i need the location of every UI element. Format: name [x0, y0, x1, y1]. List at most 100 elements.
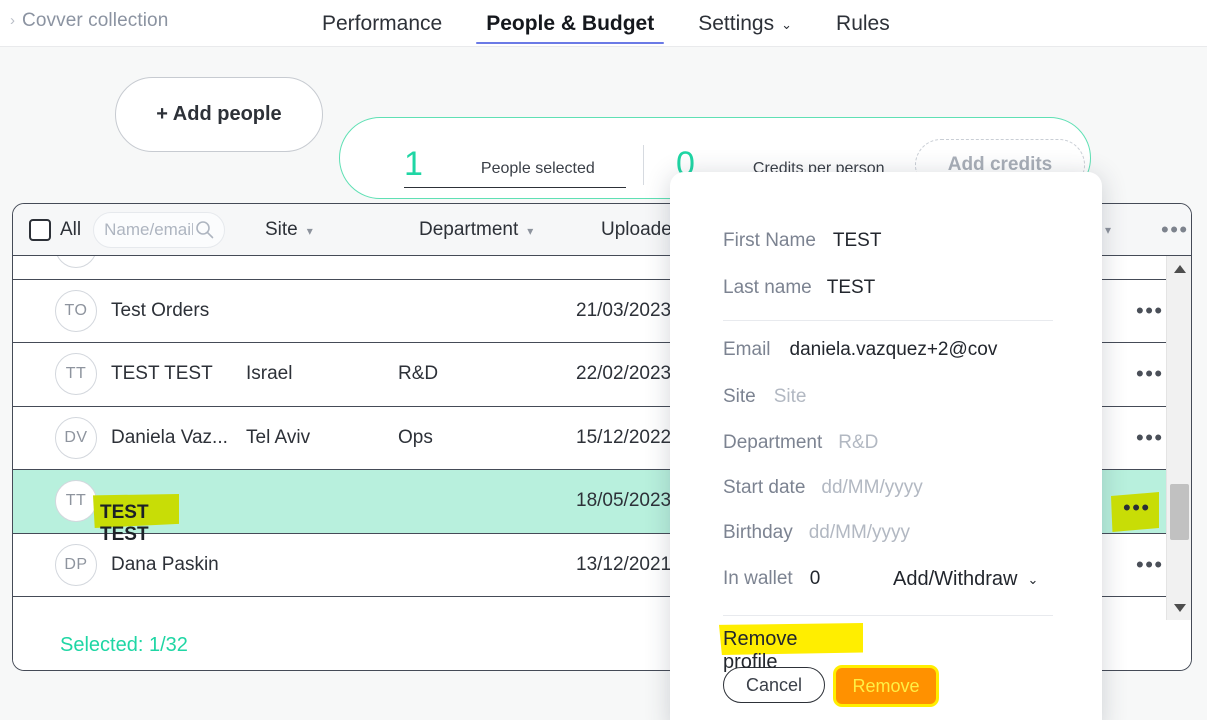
remove-label: Remove	[850, 675, 918, 695]
cell-name: Dana Paskin	[111, 553, 219, 575]
breadcrumb-label: Covver collection	[22, 10, 169, 31]
field-email[interactable]: Email daniela.vazquez+2@cov	[723, 339, 997, 361]
people-selected-field[interactable]: 1 People selected	[404, 147, 626, 188]
scrollbar-thumb[interactable]	[1170, 484, 1189, 540]
chevron-down-icon: ⌄	[781, 16, 793, 32]
wallet-action-label: Add/Withdraw	[893, 568, 1018, 590]
chevron-down-icon: ▾	[527, 223, 534, 238]
chevron-down-icon: ▾	[1105, 222, 1112, 237]
field-department[interactable]: Department R&D	[723, 432, 878, 454]
field-placeholder: R&D	[838, 432, 879, 453]
select-all-label: All	[60, 218, 82, 240]
cell-department: Ops	[398, 426, 433, 448]
cell-uploaded: 18/05/2023	[576, 490, 672, 512]
tab-label: People & Budget	[486, 11, 655, 35]
row-menu-icon[interactable]: •••	[1136, 363, 1164, 385]
cell-uploaded: 21/03/2023	[576, 299, 672, 321]
avatar: DP	[55, 543, 97, 586]
avatar: TO	[55, 289, 97, 332]
tab-performance[interactable]: Performance	[300, 0, 464, 47]
cell-name: Ido Marmost...	[111, 256, 232, 258]
tab-settings[interactable]: Settings ⌄	[676, 0, 814, 47]
row-menu-icon[interactable]: •••	[1136, 553, 1164, 575]
add-people-label: + Add people	[156, 103, 282, 125]
avatar: TT	[55, 480, 97, 523]
tab-people-and-budget[interactable]: People & Budget	[464, 0, 676, 47]
search-input[interactable]: Name/email	[93, 211, 226, 248]
people-selected-label: People selected	[480, 160, 595, 177]
select-all-checkbox[interactable]	[29, 218, 51, 241]
edit-profile-modal: First Name TEST Last name TEST Email dan…	[670, 172, 1102, 720]
search-placeholder: Name/email	[104, 219, 194, 239]
cell-uploaded: 22/02/2023	[576, 363, 672, 385]
field-label: First Name	[723, 230, 816, 251]
column-label: Site	[265, 218, 298, 240]
avatar: IM	[55, 256, 97, 269]
people-selected-value: 1	[404, 145, 423, 183]
field-last-name[interactable]: Last name TEST	[723, 277, 875, 299]
chevron-down-icon: ▾	[306, 223, 313, 238]
chevron-down-icon: ⌄	[1027, 571, 1039, 587]
main-tabs: Performance People & Budget Settings ⌄ R…	[300, 0, 912, 47]
field-label: Last name	[723, 277, 812, 298]
field-birthday[interactable]: Birthday dd/MM/yyyy	[723, 522, 910, 544]
cell-department: Operations	[398, 256, 491, 258]
avatar: DV	[55, 416, 97, 459]
field-label: Department	[723, 432, 823, 453]
cell-uploaded: 15/12/2022	[576, 426, 672, 448]
field-in-wallet[interactable]: In wallet 0	[723, 568, 820, 590]
divider	[643, 145, 644, 185]
cancel-label: Cancel	[745, 674, 803, 695]
field-label: Start date	[723, 477, 806, 498]
field-site[interactable]: Site Site	[723, 386, 807, 408]
field-placeholder: Site	[773, 386, 807, 407]
field-value: TEST	[832, 230, 882, 251]
search-icon	[195, 220, 214, 239]
field-first-name[interactable]: First Name TEST	[723, 230, 881, 252]
cell-name: TEST TEST	[111, 363, 213, 385]
field-placeholder: dd/MM/yyyy	[821, 477, 923, 498]
cell-department: R&D	[398, 363, 439, 385]
column-header-department[interactable]: Department ▾	[419, 219, 533, 241]
top-bar: › Covver collection Performance People &…	[0, 0, 1207, 47]
cell-uploaded: 13/12/2021	[576, 553, 672, 575]
field-value: daniela.vazquez+2@cov	[789, 339, 998, 360]
field-label: In wallet	[723, 568, 793, 589]
cancel-button[interactable]: Cancel	[723, 667, 825, 703]
tab-label: Rules	[836, 11, 890, 35]
table-options-menu-icon[interactable]: •••	[1161, 218, 1189, 240]
cell-site: Tel Aviv	[246, 426, 311, 448]
avatar: TT	[55, 353, 97, 396]
table-vertical-scrollbar[interactable]	[1166, 256, 1191, 620]
divider	[723, 615, 1053, 616]
wallet-action-dropdown[interactable]: Add/Withdraw ⌄	[893, 568, 1038, 591]
field-value: TEST	[826, 277, 876, 298]
field-placeholder: dd/MM/yyyy	[808, 522, 911, 543]
row-menu-icon[interactable]: •••	[1136, 426, 1164, 448]
cell-site: Israel	[246, 363, 293, 385]
field-label: Site	[723, 386, 756, 407]
chevron-right-icon: ›	[10, 11, 15, 29]
action-row: + Add people 1 People selected 0 Credits…	[0, 47, 1207, 199]
column-header-site[interactable]: Site ▾	[265, 219, 313, 241]
field-start-date[interactable]: Start date dd/MM/yyyy	[723, 477, 923, 499]
scroll-down-icon[interactable]	[1167, 595, 1191, 620]
tab-label: Settings	[698, 11, 775, 35]
row-menu-icon[interactable]: •••	[1136, 299, 1164, 321]
add-people-button[interactable]: + Add people	[115, 77, 323, 152]
breadcrumb[interactable]: › Covver collection	[10, 4, 168, 38]
field-label: Email	[723, 339, 771, 360]
remove-button[interactable]: Remove	[840, 667, 928, 704]
tab-label: Performance	[322, 11, 443, 35]
column-label: Department	[419, 218, 519, 240]
cell-name: Test Orders	[111, 299, 210, 321]
scroll-up-icon[interactable]	[1167, 256, 1191, 281]
field-label: Birthday	[723, 522, 793, 543]
divider	[723, 320, 1053, 321]
tab-rules[interactable]: Rules	[814, 0, 912, 47]
cell-name: Daniela Vaz...	[111, 426, 228, 448]
selected-count: Selected: 1/32	[60, 633, 188, 656]
cell-site: Tel Aviv	[246, 256, 310, 258]
cell-uploaded: 31/05/2022	[576, 256, 671, 258]
field-value: 0	[809, 568, 821, 589]
